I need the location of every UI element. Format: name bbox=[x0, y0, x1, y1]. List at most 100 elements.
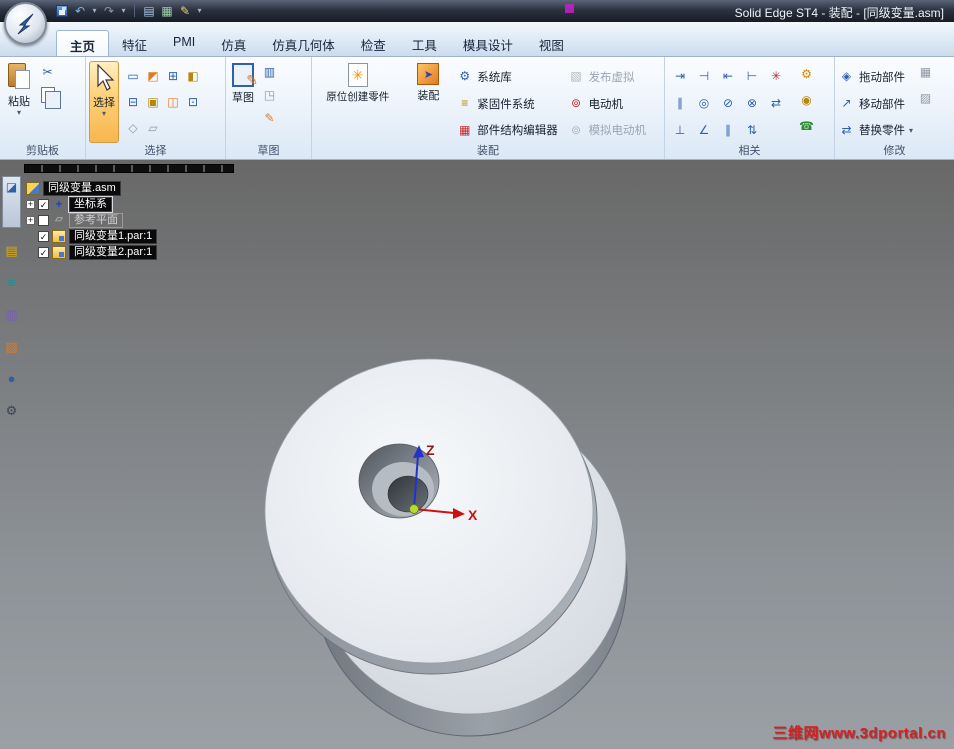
tab-features[interactable]: 特征 bbox=[109, 30, 160, 56]
visibility-checkbox-checked[interactable]: ✓ bbox=[38, 198, 49, 210]
gear-relation-icon[interactable]: ◎ bbox=[696, 95, 713, 112]
web-browser-icon[interactable]: ● bbox=[3, 370, 21, 388]
tree-item-part-1[interactable]: 同级变量1.par:1 bbox=[69, 228, 158, 244]
cut-button[interactable]: ✂ bbox=[39, 64, 56, 81]
motor-button[interactable]: ⊚ 电动机 bbox=[568, 91, 661, 117]
pathfinder-tab[interactable]: ◪ bbox=[2, 176, 21, 228]
simulate-motor-button[interactable]: ⊚ 模拟电动机 bbox=[568, 117, 661, 143]
create-part-in-place-button[interactable]: ✳ 原位创建零件 bbox=[315, 61, 401, 143]
select-inside-icon[interactable]: ◩ bbox=[145, 68, 162, 85]
layers-icon[interactable]: ≡ bbox=[3, 274, 21, 292]
publish-virtual-button[interactable]: ▧ 发布虚拟 bbox=[568, 64, 661, 90]
paste-button[interactable]: 粘贴 ▾ bbox=[3, 61, 35, 143]
undo-dropdown[interactable]: ▾ bbox=[90, 2, 99, 19]
center-plane-relation-icon[interactable]: ⇅ bbox=[744, 122, 761, 139]
planar-align-icon[interactable]: ⊣ bbox=[696, 68, 713, 85]
visibility-checkbox-checked[interactable]: ✓ bbox=[38, 230, 49, 242]
tree-row-part-2: ✓ 同级变量2.par:1 bbox=[26, 244, 158, 260]
select-rect-icon[interactable]: ▭ bbox=[125, 68, 142, 85]
tab-tools[interactable]: 工具 bbox=[399, 30, 450, 56]
select-add-icon[interactable]: ⊞ bbox=[165, 68, 182, 85]
move-component-button[interactable]: ↗ 移动部件 bbox=[838, 91, 913, 117]
fastener-system-button[interactable]: ≡ 紧固件系统 bbox=[456, 91, 563, 117]
select-component-icon[interactable]: ◫ bbox=[165, 94, 182, 111]
ribbon-group-sketch: ✎ 草图 ▥ ◳ ✎ 草图 bbox=[226, 57, 312, 159]
copy-button[interactable] bbox=[39, 87, 61, 109]
undo-button[interactable]: ↶ bbox=[72, 2, 88, 19]
structure-editor-button[interactable]: ▦ 部件结构编辑器 bbox=[456, 117, 563, 143]
family-of-assemblies-icon[interactable]: ▧ bbox=[3, 338, 21, 356]
drag-component-button[interactable]: ◈ 拖动部件 bbox=[838, 64, 913, 90]
modify-mirror-icon[interactable]: ▨ bbox=[917, 90, 934, 107]
tree-item-part-2[interactable]: 同级变量2.par:1 bbox=[69, 244, 158, 260]
assemble-group-label: 装配 bbox=[477, 145, 499, 157]
reference-planes-icon: ▱ bbox=[55, 213, 63, 225]
insert-relation-icon[interactable]: ⊢ bbox=[744, 68, 761, 85]
select-face-icon[interactable]: ⊡ bbox=[185, 94, 202, 111]
select-dropdown[interactable]: ▾ bbox=[102, 110, 106, 118]
tab-view[interactable]: 视图 bbox=[526, 30, 577, 56]
toolbar-separator bbox=[134, 4, 135, 17]
tab-home[interactable]: 主页 bbox=[56, 30, 110, 56]
select-filter-icon[interactable]: ▣ bbox=[145, 94, 162, 111]
tree-item-root[interactable]: 同级变量.asm bbox=[43, 180, 121, 196]
angle-relation-icon[interactable]: ∠ bbox=[696, 122, 713, 139]
mate-relation-icon[interactable]: ⇥ bbox=[672, 68, 689, 85]
replace-part-dropdown[interactable]: ▾ bbox=[909, 126, 913, 134]
match-coordinate-icon[interactable]: ⇄ bbox=[768, 95, 785, 112]
cylinder-part-1[interactable] bbox=[264, 358, 598, 675]
select-remove-icon[interactable]: ⊟ bbox=[125, 94, 142, 111]
tab-pmi[interactable]: PMI bbox=[160, 30, 208, 56]
relation-options-icon[interactable]: ☎ bbox=[798, 118, 815, 135]
modify-pattern-icon[interactable]: ▦ bbox=[917, 64, 934, 81]
relation-assistant-icon[interactable]: ◉ bbox=[798, 92, 815, 109]
tab-simulation-geometry[interactable]: 仿真几何体 bbox=[259, 30, 348, 56]
tangent-relation-icon[interactable]: ⊘ bbox=[720, 95, 737, 112]
ribbon-group-modify: ◈ 拖动部件 ↗ 移动部件 ⇄ 替换零件 ▾ ▦ ▨ 修改 bbox=[835, 57, 954, 159]
sketch-copy-icon[interactable]: ◳ bbox=[261, 87, 278, 104]
3d-viewport[interactable]: Z X ◪ ▤ ≡ ▥ ▧ ● ⚙ 同级变量.asm + ✓ + 坐标系 + ▱… bbox=[0, 160, 954, 749]
select-tool-button[interactable]: 选择 ▾ bbox=[89, 61, 119, 143]
select-mode-icon[interactable]: ◧ bbox=[185, 68, 202, 85]
redo-button[interactable]: ↷ bbox=[101, 2, 117, 19]
tab-simulation[interactable]: 仿真 bbox=[208, 30, 259, 56]
assemble-button[interactable]: ➤ 装配 bbox=[405, 61, 453, 143]
path-relation-icon[interactable]: ∥ bbox=[720, 122, 737, 139]
move-component-label: 移动部件 bbox=[859, 98, 905, 111]
tab-mold-design[interactable]: 模具设计 bbox=[450, 30, 526, 56]
style-icon-button[interactable]: ✎ bbox=[177, 2, 193, 19]
sensors-icon[interactable]: ▥ bbox=[3, 306, 21, 324]
application-button[interactable] bbox=[4, 2, 47, 45]
select-plane-icon[interactable]: ▱ bbox=[145, 120, 162, 137]
tab-inspect[interactable]: 检查 bbox=[348, 30, 399, 56]
perpendicular-relation-icon[interactable]: ⊥ bbox=[672, 122, 689, 139]
visibility-checkbox-checked[interactable]: ✓ bbox=[38, 246, 49, 258]
create-part-in-place-label: 原位创建零件 bbox=[326, 91, 390, 103]
sketch-button[interactable]: ✎ 草图 bbox=[229, 61, 258, 143]
connect-relation-icon[interactable]: ✳ bbox=[768, 68, 785, 85]
tree-item-coordinate-system[interactable]: 坐标系 bbox=[68, 195, 113, 213]
cam-relation-icon[interactable]: ⊗ bbox=[744, 95, 761, 112]
docked-toolbar-strip[interactable] bbox=[24, 164, 234, 173]
redo-dropdown[interactable]: ▾ bbox=[119, 2, 128, 19]
select-options-icon[interactable]: ◇ bbox=[125, 120, 142, 137]
sketch-edit-icon[interactable]: ✎ bbox=[261, 110, 278, 127]
document-icon-button[interactable]: ▤ bbox=[141, 2, 157, 19]
ribbon-group-clipboard: 粘贴 ▾ ✂ 剪贴板 bbox=[0, 57, 86, 159]
relation-manager-icon[interactable]: ⚙ bbox=[798, 66, 815, 83]
customize-toolbar-dropdown[interactable]: ▾ bbox=[195, 2, 204, 19]
tree-item-reference-planes[interactable]: 参考平面 bbox=[69, 212, 123, 228]
axial-align-icon[interactable]: ⇤ bbox=[720, 68, 737, 85]
options-icon[interactable]: ⚙ bbox=[3, 402, 21, 420]
expand-toggle-icon[interactable]: + bbox=[26, 199, 35, 209]
replace-part-button[interactable]: ⇄ 替换零件 ▾ bbox=[838, 117, 913, 143]
sketch-view-icon[interactable]: ▥ bbox=[261, 64, 278, 81]
visibility-checkbox-unchecked[interactable] bbox=[38, 214, 49, 226]
expand-toggle-icon[interactable]: + bbox=[26, 215, 35, 225]
system-library-button[interactable]: ⚙ 系统库 bbox=[456, 64, 563, 90]
paste-dropdown[interactable]: ▾ bbox=[17, 109, 21, 117]
sheet-icon-button[interactable]: ▦ bbox=[159, 2, 175, 19]
parallel-relation-icon[interactable]: ∥ bbox=[672, 95, 689, 112]
save-button[interactable] bbox=[54, 2, 70, 19]
parts-library-icon[interactable]: ▤ bbox=[3, 242, 21, 260]
